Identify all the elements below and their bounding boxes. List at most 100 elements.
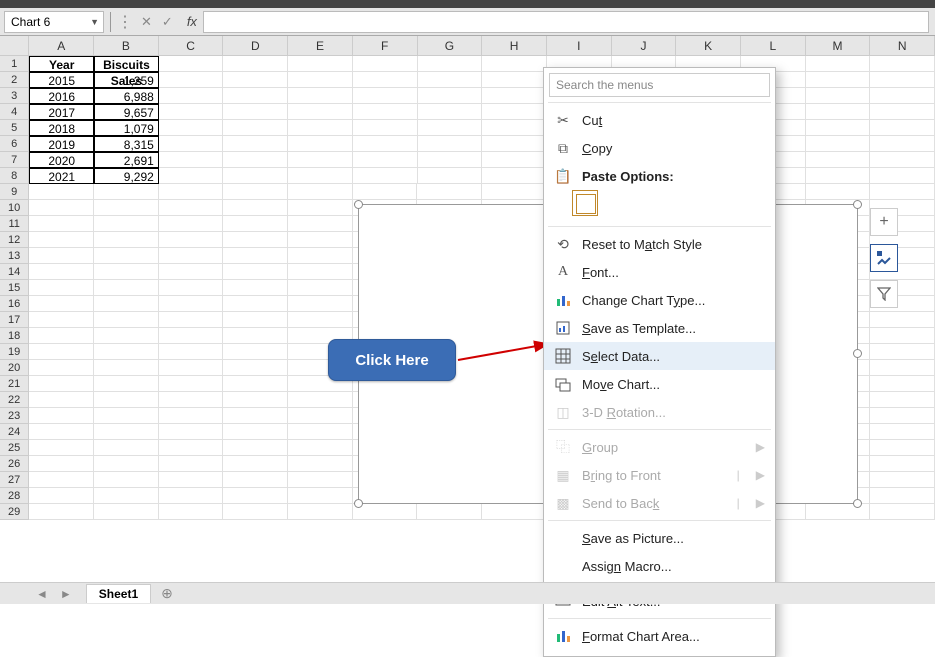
cell[interactable] <box>806 168 871 184</box>
cell[interactable] <box>288 440 353 456</box>
cell[interactable] <box>159 504 224 520</box>
cell[interactable] <box>94 456 159 472</box>
cell[interactable] <box>223 440 288 456</box>
row-head[interactable]: 26 <box>0 456 29 472</box>
cell[interactable] <box>418 168 483 184</box>
cell[interactable] <box>159 344 224 360</box>
tab-prev-icon[interactable]: ◄ <box>36 587 48 601</box>
col-head[interactable]: K <box>676 36 741 55</box>
cell[interactable] <box>870 472 935 488</box>
cell[interactable] <box>418 72 483 88</box>
cell[interactable] <box>29 424 94 440</box>
cell[interactable] <box>870 328 935 344</box>
select-all-corner[interactable] <box>0 36 29 55</box>
cell[interactable] <box>288 472 353 488</box>
cell[interactable] <box>288 408 353 424</box>
menu-format-chart-area[interactable]: Format Chart Area... <box>544 622 775 650</box>
col-head[interactable]: N <box>870 36 935 55</box>
cell[interactable] <box>223 344 288 360</box>
cell[interactable] <box>223 472 288 488</box>
cell[interactable] <box>288 232 353 248</box>
cell[interactable] <box>223 360 288 376</box>
cell[interactable] <box>223 184 288 200</box>
cell[interactable] <box>288 264 353 280</box>
cell[interactable] <box>288 456 353 472</box>
name-box[interactable]: Chart 6 ▼ <box>4 11 104 33</box>
cell[interactable]: 2021 <box>29 168 94 184</box>
cell[interactable] <box>94 376 159 392</box>
row-head[interactable]: 20 <box>0 360 29 376</box>
col-head[interactable]: H <box>482 36 547 55</box>
cell[interactable] <box>806 152 871 168</box>
col-head[interactable]: M <box>806 36 871 55</box>
cell[interactable] <box>482 184 547 200</box>
cell[interactable] <box>806 136 871 152</box>
cell[interactable] <box>870 168 935 184</box>
cell[interactable] <box>223 456 288 472</box>
cell[interactable] <box>223 376 288 392</box>
cell[interactable] <box>223 248 288 264</box>
cell[interactable] <box>94 328 159 344</box>
row-head[interactable]: 18 <box>0 328 29 344</box>
fx-icon[interactable]: fx <box>187 14 197 29</box>
cell[interactable] <box>159 312 224 328</box>
cell[interactable] <box>223 408 288 424</box>
cell[interactable] <box>288 184 353 200</box>
cell[interactable]: 2018 <box>29 120 94 136</box>
cell[interactable] <box>806 56 871 72</box>
cell[interactable] <box>418 136 483 152</box>
cell[interactable] <box>870 72 935 88</box>
cell[interactable] <box>29 248 94 264</box>
cell[interactable] <box>806 88 871 104</box>
cell[interactable] <box>223 312 288 328</box>
row-head[interactable]: 4 <box>0 104 29 120</box>
row-head[interactable]: 7 <box>0 152 29 168</box>
resize-handle[interactable] <box>853 200 862 209</box>
cell[interactable] <box>482 168 547 184</box>
menu-copy[interactable]: ⧉ Copy <box>544 134 775 162</box>
cell[interactable] <box>223 72 288 88</box>
cell[interactable] <box>870 152 935 168</box>
cell[interactable] <box>417 184 482 200</box>
cell[interactable] <box>417 504 482 520</box>
cell[interactable] <box>159 216 224 232</box>
cell[interactable] <box>29 328 94 344</box>
cell[interactable] <box>94 312 159 328</box>
cell[interactable] <box>94 248 159 264</box>
row-head[interactable]: 13 <box>0 248 29 264</box>
cell[interactable] <box>353 120 418 136</box>
cell[interactable] <box>482 72 547 88</box>
cell[interactable] <box>159 328 224 344</box>
menu-select-data[interactable]: Select Data... <box>544 342 775 370</box>
resize-handle[interactable] <box>853 499 862 508</box>
col-head[interactable]: L <box>741 36 806 55</box>
cell[interactable] <box>29 200 94 216</box>
cell[interactable] <box>223 200 288 216</box>
name-box-dropdown-icon[interactable]: ▼ <box>90 17 99 27</box>
cell[interactable] <box>870 104 935 120</box>
cell[interactable] <box>29 280 94 296</box>
row-head[interactable]: 10 <box>0 200 29 216</box>
cell[interactable] <box>418 104 483 120</box>
cell[interactable] <box>29 360 94 376</box>
fx-enter-icon[interactable]: ✓ <box>162 14 173 30</box>
cell[interactable] <box>223 136 288 152</box>
cell[interactable] <box>288 88 353 104</box>
cell[interactable]: 2016 <box>29 88 94 104</box>
cell[interactable] <box>223 232 288 248</box>
cell[interactable]: 8,315 <box>94 136 159 152</box>
cell[interactable] <box>94 344 159 360</box>
cell[interactable] <box>159 376 224 392</box>
cell[interactable] <box>94 408 159 424</box>
cell[interactable] <box>870 136 935 152</box>
row-head[interactable]: 19 <box>0 344 29 360</box>
sheet-tab[interactable]: Sheet1 <box>86 584 151 603</box>
cell[interactable] <box>418 120 483 136</box>
cell[interactable] <box>159 232 224 248</box>
cell[interactable] <box>870 456 935 472</box>
cell[interactable]: 9,657 <box>94 104 159 120</box>
cell[interactable] <box>94 200 159 216</box>
menu-reset-match-style[interactable]: ⟲ Reset to Match Style <box>544 230 775 258</box>
cell[interactable] <box>159 456 224 472</box>
menu-save-as-template[interactable]: Save as Template... <box>544 314 775 342</box>
